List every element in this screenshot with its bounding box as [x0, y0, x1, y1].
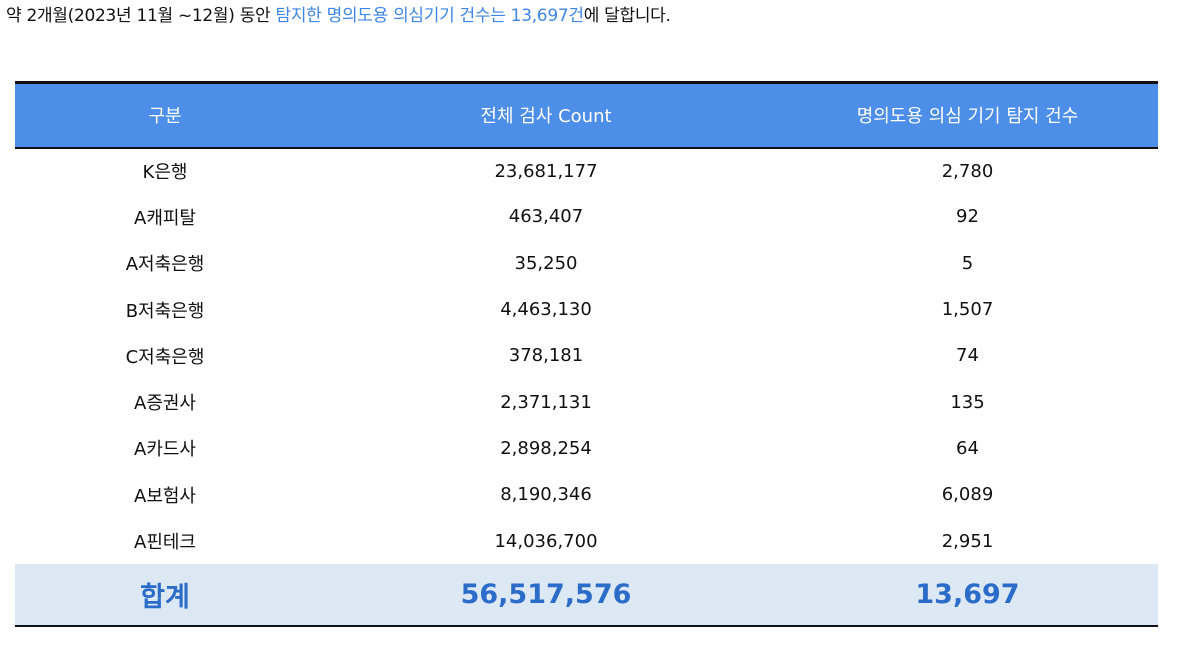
- cell-total-count: 14,036,700: [494, 530, 598, 552]
- table-row: A카드사 2,898,254 64: [15, 425, 1158, 471]
- intro-sentence: 약 2개월(2023년 11월 ~12월) 동안 탐지한 명의도용 의심기기 건…: [6, 4, 671, 28]
- detection-table: 구분 전체 검사 Count 명의도용 의심 기기 탐지 건수 K은행 23,6…: [15, 81, 1158, 628]
- cell-category: A보험사: [134, 485, 196, 507]
- table-row: A캐피탈 463,407 92: [15, 194, 1158, 240]
- cell-category: C저축은행: [125, 346, 205, 368]
- total-detected: 13,697: [777, 564, 1158, 628]
- cell-detected-count: 5: [961, 252, 974, 274]
- cell-detected-count: 1,507: [941, 299, 994, 321]
- cell-category: A카드사: [134, 439, 196, 461]
- header-row: 구분 전체 검사 Count 명의도용 의심 기기 탐지 건수: [15, 81, 1158, 149]
- cell-detected-count: 74: [956, 345, 979, 367]
- header-detected-count: 명의도용 의심 기기 탐지 건수: [777, 81, 1158, 149]
- intro-prefix: 약 2개월(2023년 11월 ~12월) 동안: [6, 6, 276, 26]
- intro-suffix: 에 달합니다.: [583, 6, 671, 26]
- table-body: K은행 23,681,177 2,780 A캐피탈 463,407 92 A저축…: [15, 148, 1158, 628]
- cell-category: B저축은행: [125, 300, 205, 322]
- detection-table-container: 구분 전체 검사 Count 명의도용 의심 기기 탐지 건수 K은행 23,6…: [15, 81, 1158, 628]
- cell-detected-count: 2,951: [941, 530, 994, 552]
- cell-detected-count: 2,780: [941, 160, 994, 182]
- cell-total-count: 463,407: [508, 206, 584, 228]
- header-category: 구분: [15, 81, 315, 149]
- table-row: A저축은행 35,250 5: [15, 240, 1158, 286]
- total-label: 합계: [15, 564, 315, 628]
- cell-detected-count: 6,089: [941, 484, 994, 506]
- cell-detected-count: 92: [956, 206, 979, 228]
- cell-total-count: 35,250: [514, 252, 578, 274]
- cell-total-count: 2,898,254: [500, 437, 592, 459]
- total-count: 56,517,576: [315, 564, 777, 628]
- table-row: A핀테크 14,036,700 2,951: [15, 518, 1158, 564]
- cell-total-count: 2,371,131: [500, 391, 592, 413]
- cell-total-count: 378,181: [508, 345, 584, 367]
- cell-category: A증권사: [134, 393, 196, 415]
- cell-category: A저축은행: [125, 254, 205, 276]
- total-row: 합계 56,517,576 13,697: [15, 564, 1158, 628]
- cell-category: K은행: [142, 162, 188, 184]
- table-row: A보험사 8,190,346 6,089: [15, 472, 1158, 518]
- table-row: K은행 23,681,177 2,780: [15, 148, 1158, 194]
- cell-detected-count: 135: [950, 391, 985, 413]
- header-total-count: 전체 검사 Count: [315, 81, 777, 149]
- table-row: A증권사 2,371,131 135: [15, 379, 1158, 425]
- cell-total-count: 4,463,130: [500, 299, 592, 321]
- cell-total-count: 23,681,177: [494, 160, 598, 182]
- table-row: B저축은행 4,463,130 1,507: [15, 286, 1158, 332]
- cell-category: A핀테크: [134, 532, 196, 554]
- table-row: C저축은행 378,181 74: [15, 333, 1158, 379]
- cell-total-count: 8,190,346: [500, 484, 592, 506]
- cell-detected-count: 64: [956, 437, 979, 459]
- table-header: 구분 전체 검사 Count 명의도용 의심 기기 탐지 건수: [15, 81, 1158, 149]
- cell-category: A캐피탈: [134, 207, 196, 229]
- intro-highlight: 탐지한 명의도용 의심기기 건수는 13,697건: [275, 6, 585, 26]
